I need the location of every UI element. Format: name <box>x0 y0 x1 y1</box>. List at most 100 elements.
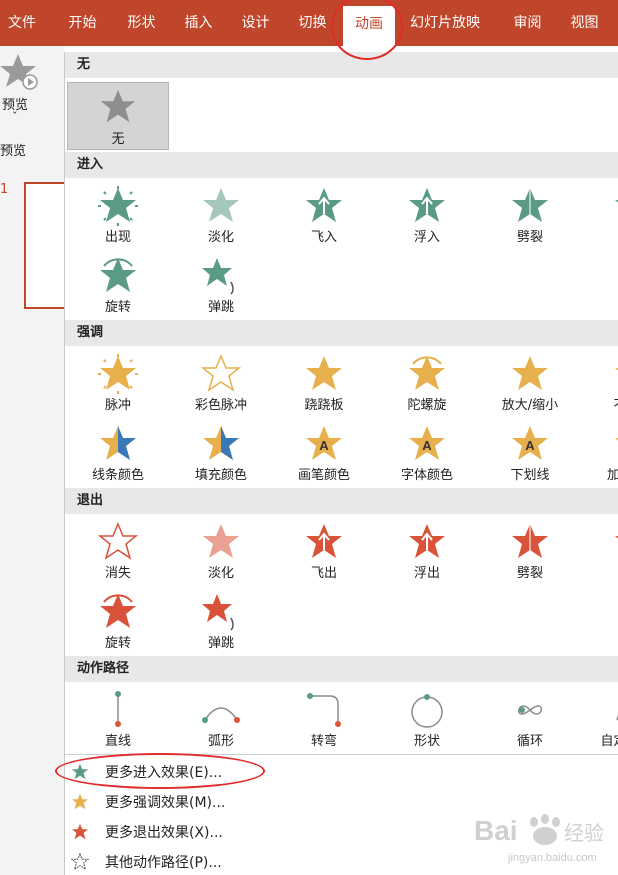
emphasis-effect-0[interactable]: 脉冲 <box>67 350 169 414</box>
tab-8[interactable]: 审阅 <box>500 0 555 46</box>
emphasis-effect-icon <box>203 426 239 460</box>
animation-none[interactable]: 无 <box>67 82 169 150</box>
section-paths-header: 动作路径 <box>65 656 618 682</box>
emphasis-effect-6[interactable]: 线条颜色 <box>67 420 169 484</box>
left-pane <box>0 46 64 875</box>
tab-4[interactable]: 设计 <box>228 0 283 46</box>
entrance-effect-6[interactable]: 旋转 <box>67 252 169 316</box>
exit-effect-icon <box>512 524 548 558</box>
effect-label: 擦除 <box>582 562 618 581</box>
emphasis-effect-icon <box>615 368 618 371</box>
exit-effect-icon <box>203 524 239 558</box>
emphasis-effect-7[interactable]: 填充颜色 <box>170 420 272 484</box>
entrance-effect-4[interactable]: 劈裂 <box>479 182 581 246</box>
menu-more-paths-label: 其他动作路径(P)... <box>105 855 222 871</box>
exit-effect-4[interactable]: 劈裂 <box>479 518 581 582</box>
entrance-effect-icon <box>202 258 234 295</box>
emphasis-effect-10[interactable]: A 下划线 <box>479 420 581 484</box>
emphasis-effect-1[interactable]: 彩色脉冲 <box>170 350 272 414</box>
path-effect-4[interactable]: 循环 <box>479 686 581 750</box>
emphasis-effect-9[interactable]: A 字体颜色 <box>376 420 478 484</box>
effect-label: 弧形 <box>207 734 234 749</box>
effect-label: 陀螺旋 <box>407 398 447 413</box>
effect-label: 旋转 <box>104 636 131 651</box>
none-star-icon <box>100 89 136 123</box>
effect-label: 下划线 <box>510 468 550 483</box>
entrance-effect-icon <box>98 186 138 226</box>
path-effect-0[interactable]: 直线 <box>67 686 169 750</box>
exit-effect-3[interactable]: 浮出 <box>376 518 478 582</box>
path-effect-3[interactable]: 形状 <box>376 686 478 750</box>
emphasis-effect-8[interactable]: A 画笔颜色 <box>273 420 375 484</box>
effect-label: 浮入 <box>413 230 440 245</box>
emphasis-effect-icon: A <box>409 426 445 460</box>
exit-star-icon <box>71 823 89 840</box>
emphasis-effect-icon <box>306 356 342 390</box>
chevron-down-icon[interactable]: ˇ <box>12 110 18 123</box>
entrance-effect-icon <box>615 200 618 203</box>
emphasis-effect-icon <box>98 354 138 394</box>
menu-more-exit-label: 更多退出效果(X)... <box>105 825 223 841</box>
effect-label: 跷跷板 <box>304 398 344 413</box>
exit-effect-5[interactable]: 擦除 <box>582 518 618 582</box>
effect-label: 淡化 <box>207 566 234 581</box>
svg-text:Bai: Bai <box>474 815 518 846</box>
section-entrance-header: 进入 <box>65 152 618 178</box>
emphasis-effect-icon <box>512 356 548 390</box>
entrance-effect-icon <box>100 258 136 292</box>
emphasis-effect-2[interactable]: 跷跷板 <box>273 350 375 414</box>
path-effect-1[interactable]: 弧形 <box>170 686 272 750</box>
effect-label: 自定义路径 <box>600 734 618 749</box>
path-effect-5[interactable]: 自定义路径 <box>582 686 618 750</box>
exit-effect-7[interactable]: 弹跳 <box>170 588 272 652</box>
exit-effect-6[interactable]: 旋转 <box>67 588 169 652</box>
ribbon-tab-bar: 文件 开始 形状 插入 设计 切换 动画 幻灯片放映 审阅 视图 <box>0 0 618 46</box>
effect-label: 脉冲 <box>104 398 131 413</box>
svg-text:经验: 经验 <box>564 821 604 845</box>
preview-star-icon[interactable] <box>0 52 40 92</box>
path-effect-2[interactable]: 转弯 <box>273 686 375 750</box>
entrance-effect-3[interactable]: 浮入 <box>376 182 478 246</box>
emphasis-star-icon <box>71 793 89 810</box>
entrance-effect-7[interactable]: 弹跳 <box>170 252 272 316</box>
entrance-effect-0[interactable]: 出现 <box>67 182 169 246</box>
highlight-annotation-tab <box>331 0 403 60</box>
emphasis-effect-4[interactable]: 放大/缩小 <box>479 350 581 414</box>
effect-label: 弹跳 <box>207 300 234 315</box>
path-effect-icon <box>411 694 443 728</box>
emphasis-effect-11[interactable]: 加粗闪烁 <box>582 420 618 484</box>
entrance-effect-icon <box>203 188 239 222</box>
tab-0[interactable]: 文件 <box>0 0 44 46</box>
entrance-effect-1[interactable]: 淡化 <box>170 182 272 246</box>
section-none-header: 无 <box>65 52 618 78</box>
baidu-jingyan-watermark: Bai 经验 jingyan.baidu.com <box>474 814 604 864</box>
entrance-effect-5[interactable]: 擦除 <box>582 182 618 246</box>
exit-effect-0[interactable]: 消失 <box>67 518 169 582</box>
effect-label: 形状 <box>413 734 440 749</box>
emphasis-effect-icon: A <box>306 426 342 460</box>
exit-effect-1[interactable]: 淡化 <box>170 518 272 582</box>
effect-label: 线条颜色 <box>91 468 144 483</box>
effect-label: 擦除 <box>582 226 618 245</box>
exit-effect-2[interactable]: 飞出 <box>273 518 375 582</box>
effect-label: 循环 <box>516 734 543 749</box>
emphasis-effect-icon <box>409 356 445 390</box>
tab-2[interactable]: 形状 <box>114 0 169 46</box>
emphasis-effect-3[interactable]: 陀螺旋 <box>376 350 478 414</box>
tab-7[interactable]: 幻灯片放映 <box>400 0 490 46</box>
emphasis-effect-5[interactable]: 不饱和 <box>582 350 618 414</box>
svg-text:A: A <box>319 438 329 453</box>
path-effect-icon <box>307 693 341 727</box>
exit-effect-icon <box>306 524 342 558</box>
slide-number: 1 <box>0 182 9 197</box>
highlight-annotation-menu <box>55 753 265 789</box>
emphasis-effect-icon <box>615 438 618 441</box>
tab-9[interactable]: 视图 <box>557 0 612 46</box>
slide-thumbnail[interactable] <box>24 182 66 309</box>
effect-label: 字体颜色 <box>400 468 453 483</box>
effect-label: 不饱和 <box>582 394 618 413</box>
tab-3[interactable]: 插入 <box>171 0 226 46</box>
entrance-effect-2[interactable]: 飞入 <box>273 182 375 246</box>
exit-effect-icon <box>100 594 136 628</box>
tab-1[interactable]: 开始 <box>55 0 110 46</box>
